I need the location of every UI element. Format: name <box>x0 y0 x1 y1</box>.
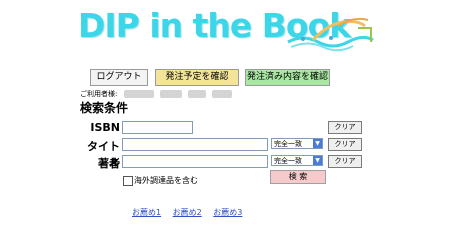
include-foreign-checkbox[interactable] <box>123 176 133 186</box>
author-label: 著者 <box>98 157 120 170</box>
isbn-clear-button[interactable]: クリア <box>328 121 362 134</box>
title-match-select[interactable]: 完全一致 ▼ <box>271 138 323 149</box>
logo: DIP in the Book <box>78 4 378 56</box>
recommendation-link-2[interactable]: お薦め2 <box>173 208 202 217</box>
author-input[interactable] <box>122 155 268 168</box>
recommendation-links: お薦め1 お薦め2 お薦め3 <box>132 207 251 218</box>
recommendation-link-3[interactable]: お薦め3 <box>213 208 242 217</box>
chevron-down-icon: ▼ <box>313 139 322 148</box>
title-clear-button[interactable]: クリア <box>328 138 362 151</box>
author-clear-button[interactable]: クリア <box>328 155 362 168</box>
redacted-name <box>188 90 207 98</box>
author-match-value: 完全一致 <box>274 157 302 165</box>
chevron-down-icon: ▼ <box>313 156 322 165</box>
book-splash-icon <box>287 17 374 52</box>
title-input[interactable] <box>122 138 268 151</box>
title-match-value: 完全一致 <box>274 140 302 148</box>
redacted-name <box>159 90 182 98</box>
isbn-label: ISBN <box>90 121 120 134</box>
include-foreign-label: 海外調達品を含む <box>134 176 198 185</box>
redacted-name <box>212 90 233 98</box>
isbn-input[interactable] <box>122 121 193 134</box>
search-heading: 検索条件 <box>80 101 129 115</box>
author-match-select[interactable]: 完全一致 ▼ <box>271 155 323 166</box>
search-button[interactable]: 検 索 <box>270 170 326 184</box>
recommendation-link-1[interactable]: お薦め1 <box>132 208 161 217</box>
check-ordered-items-button[interactable]: 発注済み内容を確認 <box>245 69 330 86</box>
user-label: ご利用者様: <box>80 90 118 98</box>
redacted-name <box>123 90 154 98</box>
logout-button[interactable]: ログアウト <box>90 69 148 86</box>
check-pending-orders-button[interactable]: 発注予定を確認 <box>155 69 239 86</box>
user-info: ご利用者様: <box>80 89 233 99</box>
